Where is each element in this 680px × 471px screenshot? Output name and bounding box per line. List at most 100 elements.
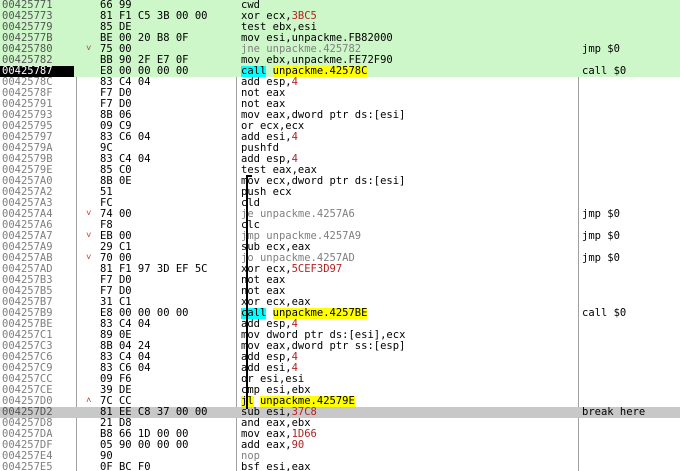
instruction-address[interactable]: 004257AD (2, 264, 72, 275)
instruction-text[interactable]: je unpackme.4257A6 (241, 209, 573, 220)
instruction-row[interactable]: 004257CC 09 F6 or esi,esi (0, 374, 680, 385)
instruction-text[interactable]: mov ecx,dword ptr ds:[esi] (241, 176, 573, 187)
instruction-comment[interactable]: break here (582, 407, 678, 418)
instruction-address[interactable]: 00425782 (2, 55, 72, 66)
instruction-text[interactable]: xor ecx,3BC5 (241, 11, 573, 22)
instruction-row[interactable]: 0042579B 83 C4 04 add esp,4 (0, 154, 680, 165)
instruction-address[interactable]: 004257D0 (2, 396, 72, 407)
instruction-text[interactable]: cmp esi,ebx (241, 385, 573, 396)
instruction-address[interactable]: 004257DA (2, 429, 72, 440)
instruction-row[interactable]: 004257E4 90 nop (0, 451, 680, 462)
instruction-text[interactable]: not eax (241, 99, 573, 110)
instruction-comment[interactable] (582, 297, 678, 308)
instruction-row[interactable]: 0042578C 83 C4 04 add esp,4 (0, 77, 680, 88)
instruction-comment[interactable] (582, 275, 678, 286)
instruction-row[interactable]: 004257E5 0F BC F0 bsf esi,eax (0, 462, 680, 471)
instruction-address[interactable]: 004257A9 (2, 242, 72, 253)
instruction-comment[interactable]: jmp $0 (582, 209, 678, 220)
instruction-address[interactable]: 004257E5 (2, 462, 72, 471)
instruction-address[interactable]: 004257C1 (2, 330, 72, 341)
instruction-text[interactable]: add eax,90 (241, 440, 573, 451)
instruction-row[interactable]: 004257A3 FC cld (0, 198, 680, 209)
instruction-row[interactable]: 004257DF 05 90 00 00 00 add eax,90 (0, 440, 680, 451)
instruction-address[interactable]: 004257C3 (2, 341, 72, 352)
instruction-text[interactable]: not eax (241, 275, 573, 286)
instruction-address[interactable]: 00425787 (0, 66, 74, 77)
instruction-text[interactable]: add esi,4 (241, 363, 573, 374)
instruction-row[interactable]: 0042578F F7 D0 not eax (0, 88, 680, 99)
instruction-comment[interactable] (582, 11, 678, 22)
instruction-text[interactable]: call unpackme.42578C (241, 66, 573, 77)
instruction-address[interactable]: 00425779 (2, 22, 72, 33)
instruction-text[interactable]: not eax (241, 286, 573, 297)
instruction-text[interactable]: mov eax,dword ptr ss:[esp] (241, 341, 573, 352)
instruction-row[interactable]: 004257A2 51 push ecx (0, 187, 680, 198)
instruction-address[interactable]: 00425797 (2, 132, 72, 143)
instruction-address[interactable]: 0042579B (2, 154, 72, 165)
instruction-comment[interactable] (582, 165, 678, 176)
instruction-address[interactable]: 0042577B (2, 33, 72, 44)
instruction-row[interactable]: 0042579A 9C pushfd (0, 143, 680, 154)
instruction-address[interactable]: 004257CE (2, 385, 72, 396)
instruction-row[interactable]: 004257D2 81 EE C8 37 00 00 sub esi,37C8 bre… (0, 407, 680, 418)
instruction-comment[interactable] (582, 143, 678, 154)
instruction-address[interactable]: 004257C9 (2, 363, 72, 374)
instruction-row[interactable]: 00425773 81 F1 C5 3B 00 00 xor ecx,3BC5 (0, 11, 680, 22)
instruction-address[interactable]: 004257E4 (2, 451, 72, 462)
instruction-text[interactable]: call unpackme.4257BE (241, 308, 573, 319)
instruction-comment[interactable] (582, 22, 678, 33)
instruction-comment[interactable] (582, 363, 678, 374)
instruction-row[interactable]: 004257C6 83 C4 04 add esp,4 (0, 352, 680, 363)
instruction-comment[interactable] (582, 396, 678, 407)
instruction-comment[interactable] (582, 462, 678, 471)
instruction-row[interactable]: 00425795 09 C9 or ecx,ecx (0, 121, 680, 132)
instruction-text[interactable]: add esp,4 (241, 154, 573, 165)
instruction-text[interactable]: jo unpackme.4257AD (241, 253, 573, 264)
instruction-row[interactable]: 004257DA B8 66 1D 00 00 mov eax,1D66 (0, 429, 680, 440)
instruction-row[interactable]: 0042577B BE 00 20 B8 0F mov esi,unpackme.F… (0, 33, 680, 44)
instruction-row[interactable]: 004257B3 F7 D0 not eax (0, 275, 680, 286)
instruction-row[interactable]: 004257C1 89 0E mov dword ptr ds:[esi],ecx (0, 330, 680, 341)
instruction-text[interactable]: bsf esi,eax (241, 462, 573, 471)
instruction-address[interactable]: 004257D8 (2, 418, 72, 429)
instruction-comment[interactable] (582, 55, 678, 66)
instruction-text[interactable]: add esi,4 (241, 132, 573, 143)
disassembly-view[interactable]: 00425771 66 99 cwd 00425773 81 F1 C5 3B 00 0… (0, 0, 680, 471)
instruction-comment[interactable] (582, 132, 678, 143)
instruction-address[interactable]: 004257A3 (2, 198, 72, 209)
instruction-row[interactable]: 004257A0 8B 0E mov ecx,dword ptr ds:[esi] (0, 176, 680, 187)
instruction-text[interactable]: pushfd (241, 143, 573, 154)
instruction-comment[interactable] (582, 429, 678, 440)
instruction-row[interactable]: 004257AD 81 F1 97 3D EF 5C xor ecx,5CEF3D9… (0, 264, 680, 275)
instruction-row[interactable]: 004257C9 83 C6 04 add esi,4 (0, 363, 680, 374)
instruction-row[interactable]: 004257D0 ˄ 7C CC jl unpackme.42579E (0, 396, 680, 407)
instruction-address[interactable]: 00425795 (2, 121, 72, 132)
instruction-comment[interactable] (582, 33, 678, 44)
instruction-comment[interactable] (582, 198, 678, 209)
instruction-text[interactable]: mov ebx,unpackme.FE72F90 (241, 55, 573, 66)
instruction-address[interactable]: 0042578C (2, 77, 72, 88)
instruction-text[interactable]: cld (241, 198, 573, 209)
instruction-text[interactable]: jmp unpackme.4257A9 (241, 231, 573, 242)
instruction-row[interactable]: 004257CE 39 DE cmp esi,ebx (0, 385, 680, 396)
instruction-address[interactable]: 00425771 (2, 0, 72, 11)
instruction-address[interactable]: 004257A7 (2, 231, 72, 242)
instruction-text[interactable]: sub ecx,eax (241, 242, 573, 253)
instruction-row[interactable]: 004257A7 ˅ EB 00 jmp unpackme.4257A9 jmp $0 (0, 231, 680, 242)
instruction-row[interactable]: 00425797 83 C6 04 add esi,4 (0, 132, 680, 143)
instruction-row[interactable]: 0042579E 85 C0 test eax,eax (0, 165, 680, 176)
instruction-address[interactable]: 004257A0 (2, 176, 72, 187)
instruction-row[interactable]: 004257C3 8B 04 24 mov eax,dword ptr ss:[es… (0, 341, 680, 352)
instruction-comment[interactable] (582, 319, 678, 330)
instruction-comment[interactable] (582, 110, 678, 121)
instruction-comment[interactable] (582, 176, 678, 187)
instruction-text[interactable]: mov dword ptr ds:[esi],ecx (241, 330, 573, 341)
instruction-address[interactable]: 00425780 (2, 44, 72, 55)
instruction-text[interactable]: cwd (241, 0, 573, 11)
instruction-text[interactable]: xor ecx,5CEF3D97 (241, 264, 573, 275)
instruction-row[interactable]: 00425779 85 DE test ebx,esi (0, 22, 680, 33)
instruction-comment[interactable]: call $0 (582, 308, 678, 319)
instruction-text[interactable]: xor ecx,eax (241, 297, 573, 308)
instruction-address[interactable]: 0042579A (2, 143, 72, 154)
instruction-address[interactable]: 004257B5 (2, 286, 72, 297)
